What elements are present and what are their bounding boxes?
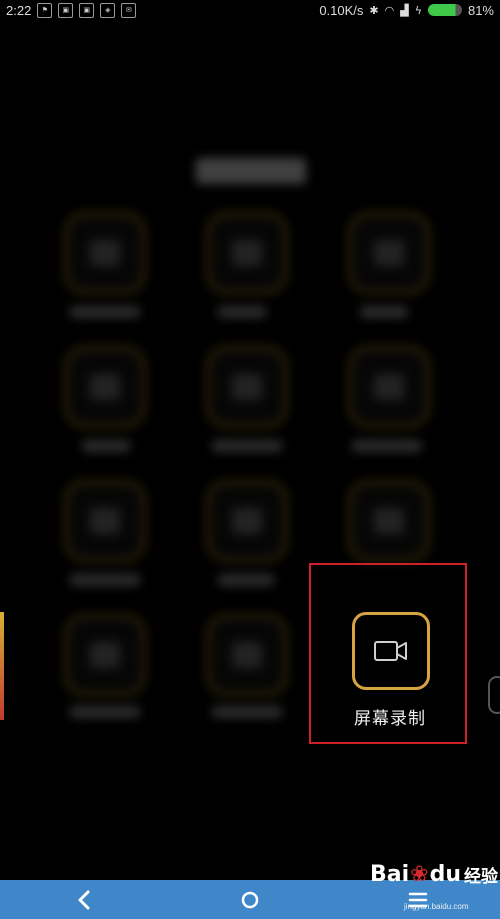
watermark-url: jingyan.baidu.com xyxy=(404,902,469,911)
blurred-tool-icon xyxy=(206,346,288,428)
blurred-tool-icon xyxy=(348,346,430,428)
battery-icon xyxy=(427,4,462,16)
blurred-tool-icon xyxy=(64,480,146,562)
status-bar: 2:22 ⚑ ▣ ▣ ◈ ✉ 0.10K/s ✱ ◠ ▟ ϟ 81% xyxy=(0,0,500,20)
status-time: 2:22 xyxy=(6,2,32,18)
charging-icon: ϟ xyxy=(414,3,422,17)
watermark-brand: Bai xyxy=(370,862,410,887)
tag-icon: ⚑ xyxy=(37,2,53,18)
blurred-tool-label xyxy=(218,574,274,586)
watermark-brand-2: du xyxy=(429,862,462,887)
blurred-tool-label xyxy=(218,306,266,318)
blurred-tool-label xyxy=(352,440,422,452)
paw-icon: ❀ xyxy=(410,862,429,887)
bluetooth-icon: ✱ xyxy=(369,3,379,17)
blurred-tool-icon xyxy=(64,346,146,428)
shield-icon: ◈ xyxy=(100,2,116,18)
network-speed: 0.10K/s xyxy=(319,2,364,18)
home-button[interactable] xyxy=(220,880,280,919)
video-camera-icon xyxy=(374,641,407,661)
blurred-tool-icon xyxy=(64,212,146,294)
message-icon: ✉ xyxy=(121,2,137,18)
watermark-suffix: 经验 xyxy=(464,867,499,887)
blurred-tool-icon xyxy=(348,480,430,562)
side-handle[interactable] xyxy=(488,676,500,714)
wifi-icon: ◠ xyxy=(384,3,395,17)
baidu-jingyan-watermark: Bai ❀ du 经验 xyxy=(370,862,498,887)
blurred-tool-label xyxy=(70,306,140,318)
blurred-tool-label xyxy=(70,706,140,718)
blurred-tool-icon xyxy=(206,614,288,696)
blurred-tool-icon xyxy=(206,212,288,294)
blurred-tool-icon xyxy=(348,212,430,294)
status-right: 0.10K/s ✱ ◠ ▟ ϟ 81% xyxy=(319,0,494,20)
blurred-tool-label xyxy=(70,574,140,586)
screen-record-button[interactable] xyxy=(352,612,430,690)
back-button[interactable] xyxy=(54,880,114,919)
circle-home-icon xyxy=(241,891,259,908)
screen-record-label: 屏幕录制 xyxy=(354,709,426,729)
image-icon: ▣ xyxy=(79,2,95,18)
blurred-tool-icon xyxy=(206,480,288,562)
blurred-tool-label xyxy=(82,440,130,452)
blurred-title xyxy=(196,158,306,184)
blurred-tool-grid xyxy=(0,20,500,880)
floating-ball-edge[interactable] xyxy=(0,612,4,720)
image-icon: ▣ xyxy=(58,2,74,18)
battery-percent: 81% xyxy=(467,2,494,18)
blurred-tool-label xyxy=(212,440,282,452)
blurred-tool-icon xyxy=(64,614,146,696)
blurred-tool-label xyxy=(212,706,282,718)
chevron-left-icon xyxy=(78,890,90,909)
blurred-tool-label xyxy=(360,306,408,318)
signal-icon: ▟ xyxy=(400,3,409,17)
